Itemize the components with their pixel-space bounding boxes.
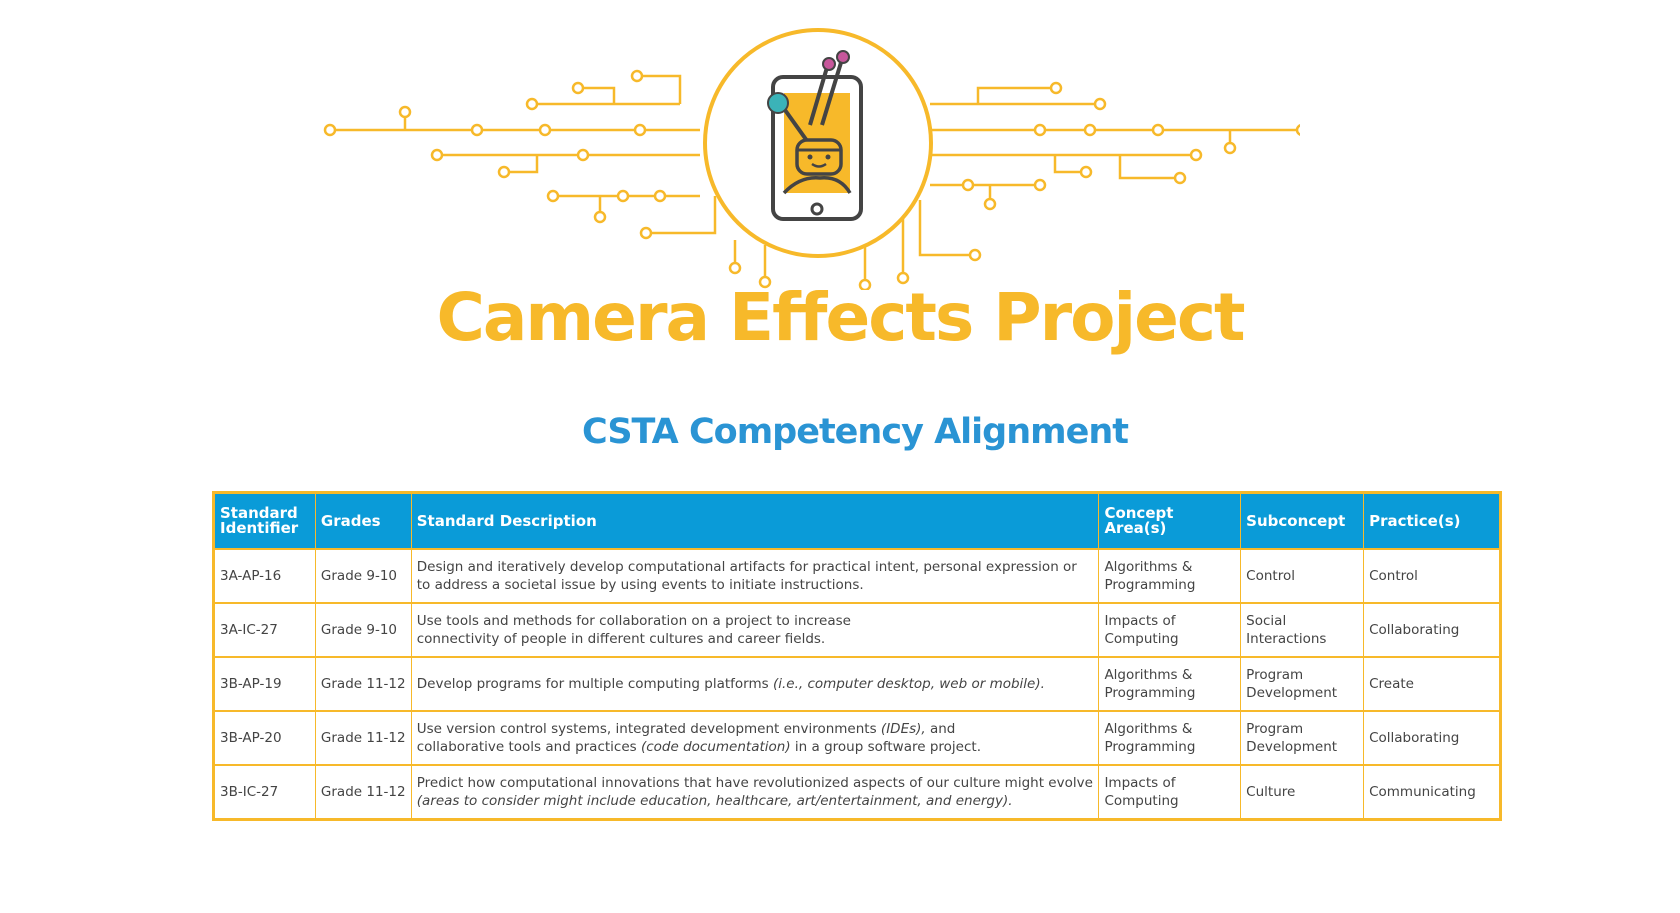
cell-description: Use version control systems, integrated … — [411, 710, 1100, 765]
standards-table: Standard Identifier Grades Standard Desc… — [212, 491, 1502, 821]
description-text: Predict how computational innovations th… — [416, 775, 1093, 791]
cell-grade: Grade 11-12 — [315, 656, 412, 711]
phone-camera-robot-icon — [767, 50, 863, 221]
cell-concept: Algorithms & Programming — [1098, 710, 1242, 765]
table-row: 3B-AP-20 Grade 11-12 Use version control… — [213, 710, 1501, 765]
cell-concept: Algorithms & Programming — [1098, 548, 1242, 603]
table-row: 3A-IC-27 Grade 9-10 Use tools and method… — [213, 602, 1501, 657]
cell-grade: Grade 11-12 — [315, 710, 412, 765]
page-subtitle: CSTA Competency Alignment — [581, 412, 1129, 452]
description-text: Use version control systems, integrated … — [416, 721, 881, 737]
description-italic: (areas to consider might include educati… — [416, 793, 1013, 809]
circuit-logo-graphic — [323, 28, 1300, 290]
header-standard-identifier: Standard Identifier — [213, 492, 316, 549]
cell-description: Develop programs for multiple computing … — [411, 656, 1100, 711]
cell-identifier: 3B-AP-20 — [213, 710, 316, 765]
header-concept-areas: Concept Area(s) — [1098, 492, 1242, 549]
cell-description: Design and iteratively develop computati… — [411, 548, 1100, 603]
description-italic: (IDEs), — [880, 721, 926, 737]
header-practices: Practice(s) — [1363, 492, 1501, 549]
description-text: Develop programs for multiple computing … — [416, 676, 773, 692]
table-header-row: Standard Identifier Grades Standard Desc… — [213, 492, 1501, 549]
cell-grade: Grade 9-10 — [315, 602, 412, 657]
cell-subconcept: Program Development — [1240, 710, 1365, 765]
page-title: Camera Effects Project — [436, 279, 1245, 356]
cell-subconcept: Control — [1240, 548, 1365, 603]
description-text: in a group software project. — [790, 739, 981, 755]
cell-concept: Impacts of Computing — [1098, 602, 1242, 657]
cell-concept: Impacts of Computing — [1098, 764, 1242, 820]
table-row: 3A-AP-16 Grade 9-10 Design and iterative… — [213, 548, 1501, 603]
cell-subconcept: Program Development — [1240, 656, 1365, 711]
table-row: 3B-IC-27 Grade 11-12 Predict how computa… — [213, 764, 1501, 820]
cell-practice: Create — [1363, 656, 1501, 711]
cell-grade: Grade 9-10 — [315, 548, 412, 603]
cell-practice: Collaborating — [1363, 602, 1501, 657]
cell-identifier: 3A-AP-16 — [213, 548, 316, 603]
cell-subconcept: Social Interactions — [1240, 602, 1365, 657]
cell-practice: Collaborating — [1363, 710, 1501, 765]
cell-identifier: 3B-IC-27 — [213, 764, 316, 820]
cell-concept: Algorithms & Programming — [1098, 656, 1242, 711]
cell-grade: Grade 11-12 — [315, 764, 412, 820]
header-standard-description: Standard Description — [411, 492, 1100, 549]
cell-practice: Control — [1363, 548, 1501, 603]
header-grades: Grades — [315, 492, 412, 549]
cell-subconcept: Culture — [1240, 764, 1365, 820]
cell-identifier: 3B-AP-19 — [213, 656, 316, 711]
header-subconcept: Subconcept — [1240, 492, 1365, 549]
cell-identifier: 3A-IC-27 — [213, 602, 316, 657]
description-italic: (code documentation) — [640, 739, 791, 755]
cell-practice: Communicating — [1363, 764, 1501, 820]
cell-description: Use tools and methods for collaboration … — [411, 602, 1100, 657]
cell-description: Predict how computational innovations th… — [411, 764, 1100, 820]
table-row: 3B-AP-19 Grade 11-12 Develop programs fo… — [213, 656, 1501, 711]
description-italic: (i.e., computer desktop, web or mobile). — [772, 676, 1045, 692]
